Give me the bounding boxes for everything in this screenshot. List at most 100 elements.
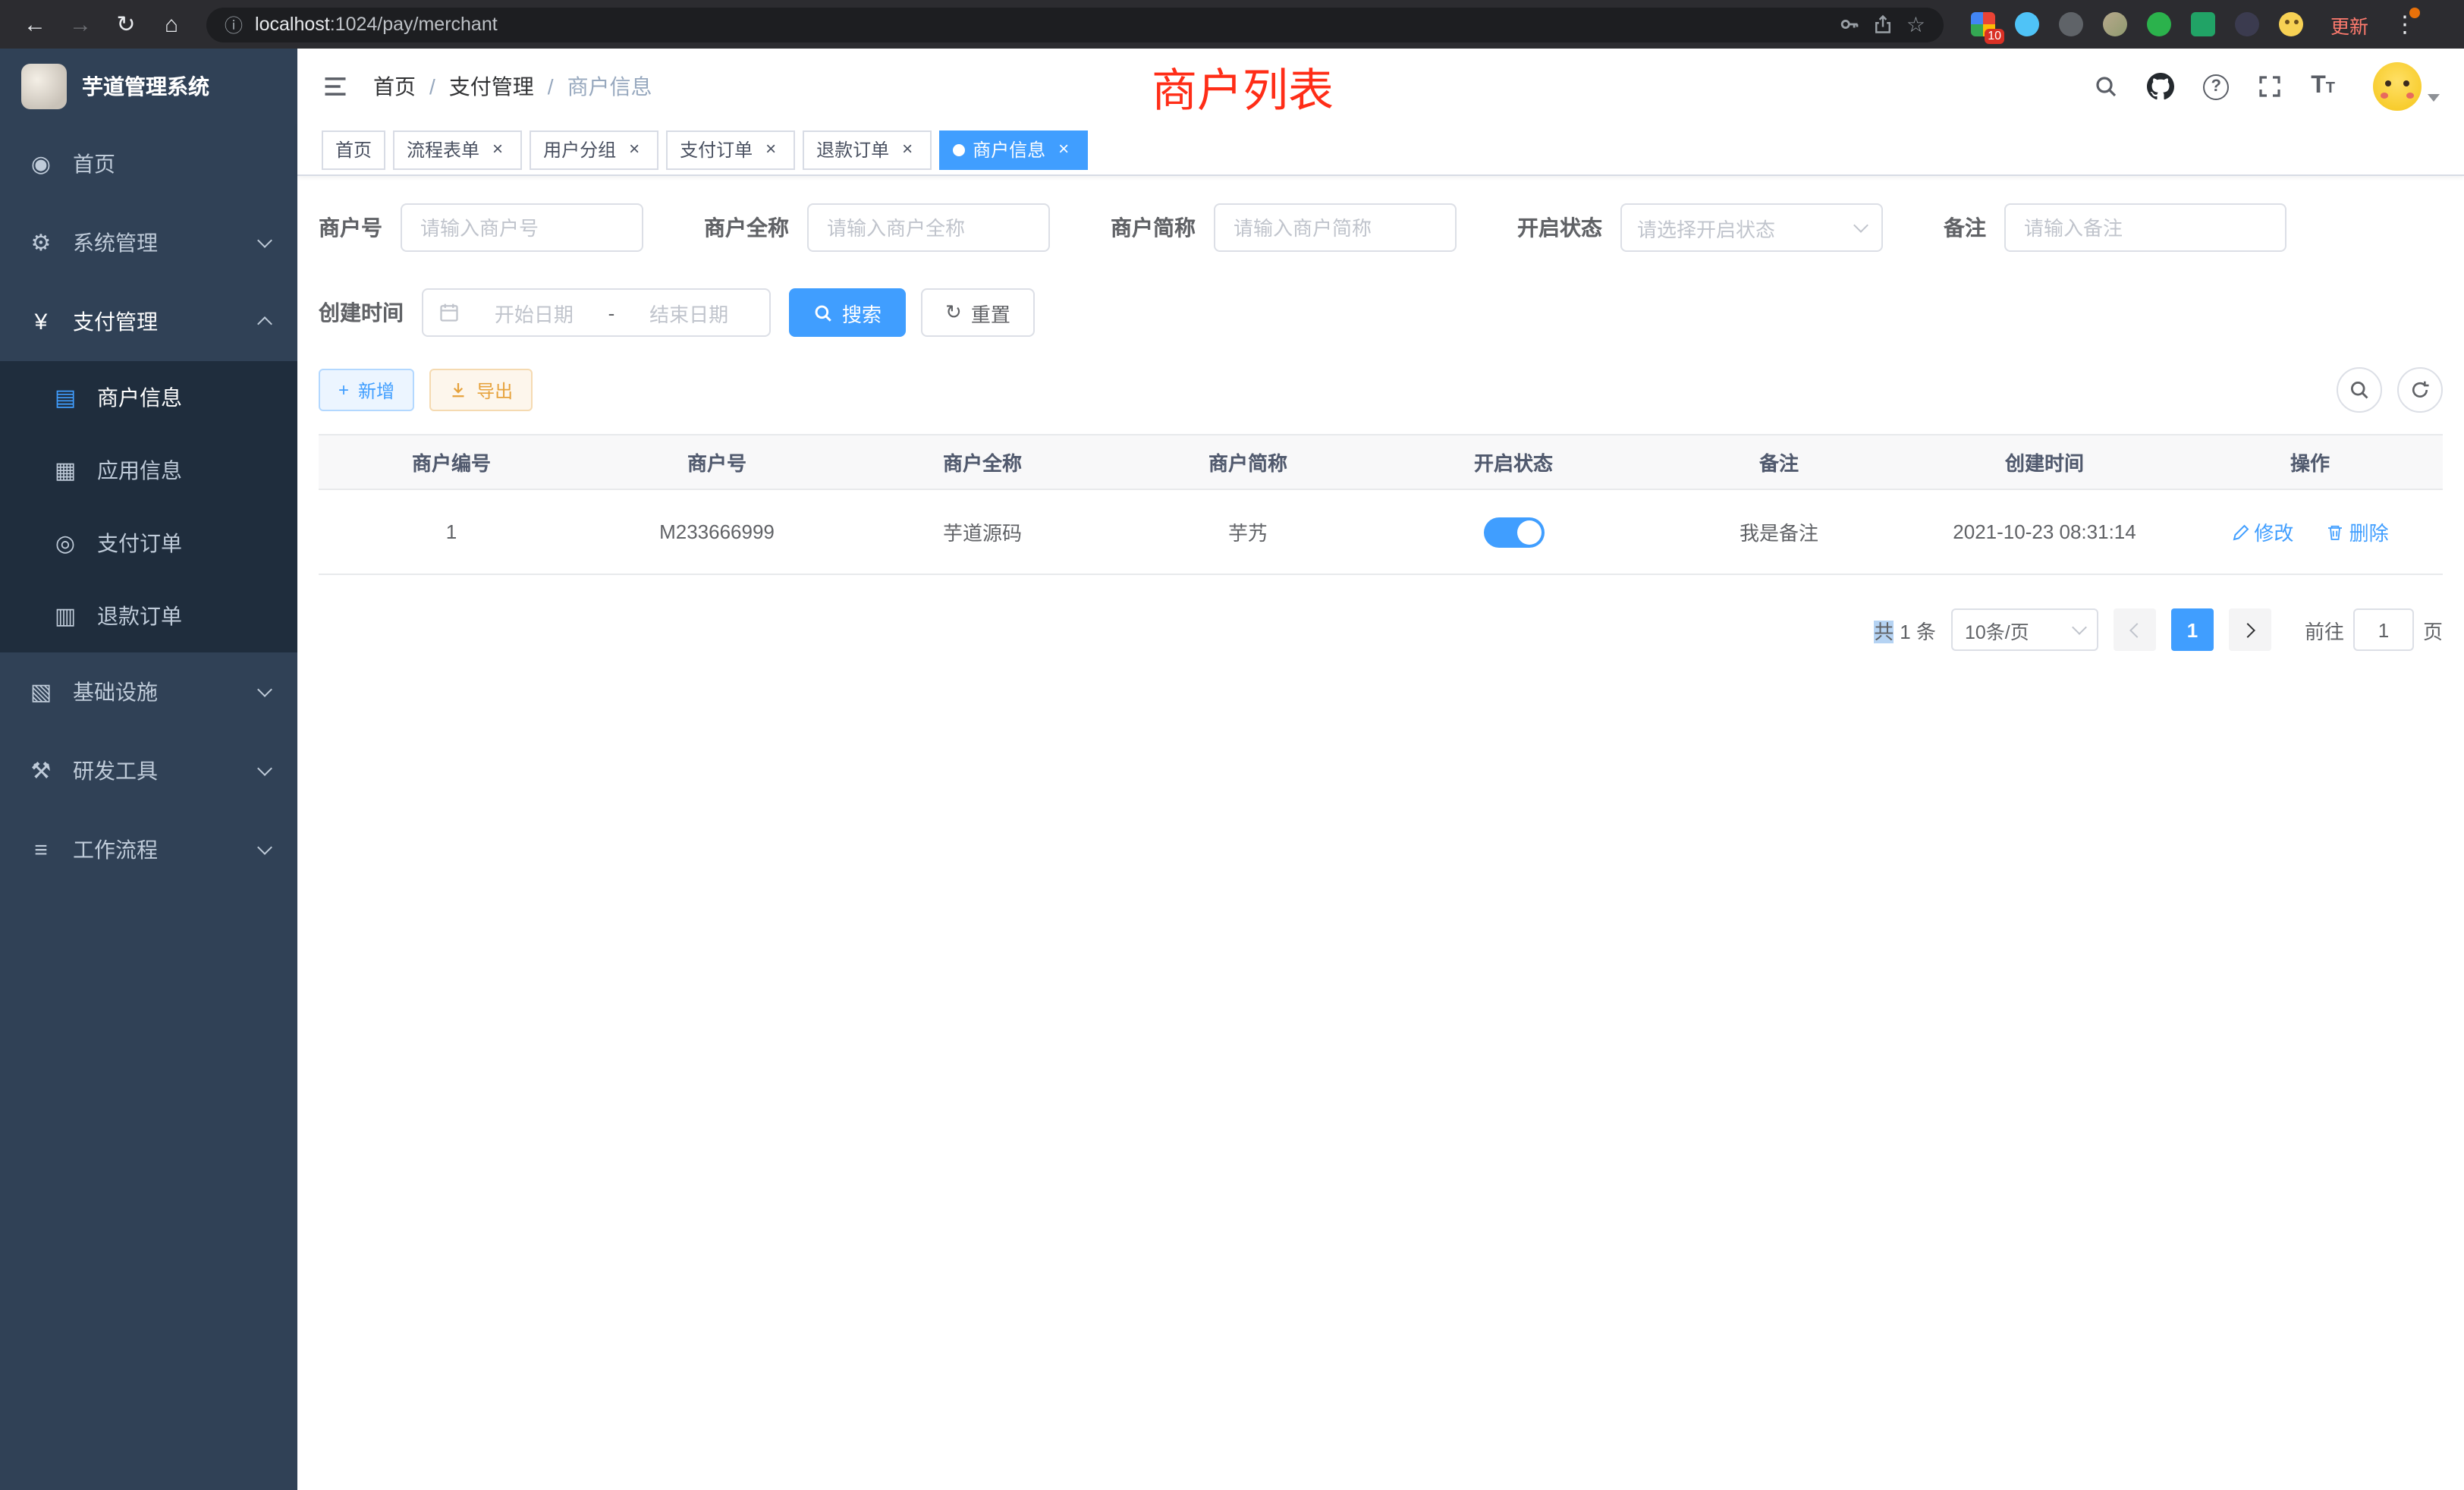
breadcrumb-current: 商户信息 [567, 71, 652, 102]
cell-create-time: 2021-10-23 08:31:14 [1912, 489, 2177, 574]
edit-link[interactable]: 修改 [2231, 517, 2293, 546]
tab-home[interactable]: 首页 [322, 130, 385, 169]
sidebar-item-merchant-info[interactable]: ▤ 商户信息 [0, 361, 297, 434]
browser-home-button[interactable]: ⌂ [152, 5, 191, 44]
search-icon[interactable] [2094, 74, 2118, 99]
tab-refund-order[interactable]: 退款订单 × [803, 130, 932, 169]
plus-icon: + [338, 379, 349, 401]
tab-process-form[interactable]: 流程表单 × [393, 130, 522, 169]
remark-label: 备注 [1944, 212, 1986, 243]
hamburger-icon[interactable] [322, 73, 349, 100]
goto-page-input[interactable] [2353, 608, 2414, 651]
full-name-label: 商户全称 [704, 212, 789, 243]
breadcrumb-payment[interactable]: 支付管理 [449, 71, 534, 102]
fullscreen-icon[interactable] [2258, 74, 2282, 99]
password-key-icon[interactable] [1840, 14, 1861, 35]
sidebar-item-workflow[interactable]: ≡ 工作流程 [0, 810, 297, 889]
close-icon[interactable]: × [487, 139, 508, 160]
merchant-table: 商户编号 商户号 商户全称 商户简称 开启状态 备注 创建时间 操作 1 [319, 434, 2443, 575]
pagination: 共1 条 10条/页 1 前往 页 [319, 608, 2443, 651]
tab-merchant-info[interactable]: 商户信息 × [939, 130, 1088, 169]
table-row: 1 M233666999 芋道源码 芋艿 我是备注 2021-10-23 08:… [319, 489, 2443, 574]
extension-icon[interactable] [2191, 12, 2215, 36]
status-toggle[interactable] [1483, 517, 1544, 547]
close-icon[interactable]: × [1053, 139, 1074, 160]
chevron-up-icon [257, 316, 272, 332]
col-short-name: 商户简称 [1115, 435, 1381, 489]
sidebar-item-refund-order[interactable]: ▥ 退款订单 [0, 580, 297, 652]
page-size-select[interactable]: 10条/页 [1951, 608, 2098, 651]
status-select[interactable]: 请选择开启状态 [1620, 203, 1883, 252]
extension-icon[interactable] [2015, 12, 2039, 36]
extension-icon[interactable]: 10 [1971, 12, 1995, 36]
delete-link[interactable]: 删除 [2327, 517, 2389, 546]
col-merchant-index: 商户编号 [319, 435, 584, 489]
close-icon[interactable]: × [897, 139, 918, 160]
tools-icon: ⚒ [27, 757, 55, 784]
chevron-down-icon [257, 233, 272, 248]
sidebar-item-payment[interactable]: ¥ 支付管理 [0, 282, 297, 361]
refresh-icon: ↻ [945, 300, 962, 325]
extension-icon[interactable] [2147, 12, 2171, 36]
url-bar[interactable]: ⓘ localhost:1024/pay/merchant ☆ [206, 7, 1944, 42]
browser-forward-button[interactable]: → [61, 5, 100, 44]
search-button[interactable]: 搜索 [789, 288, 906, 337]
filter-row-1: 商户号 商户全称 商户简称 开启状态 请选择开启状态 [319, 203, 2443, 252]
font-size-icon[interactable]: TT [2311, 73, 2335, 100]
extension-icon[interactable] [2103, 12, 2127, 36]
browser-reload-button[interactable]: ↻ [106, 5, 146, 44]
share-icon[interactable] [1873, 14, 1894, 35]
remark-input[interactable] [2004, 203, 2286, 252]
app-logo[interactable]: 芋道管理系统 [0, 49, 297, 124]
sidebar-item-pay-order[interactable]: ◎ 支付订单 [0, 507, 297, 580]
create-time-range-picker[interactable]: 开始日期 - 结束日期 [422, 288, 771, 337]
close-icon[interactable]: × [760, 139, 781, 160]
add-button[interactable]: + 新增 [319, 369, 414, 411]
goto-label: 前往 [2305, 615, 2344, 644]
export-button[interactable]: 导出 [429, 369, 533, 411]
breadcrumb-home[interactable]: 首页 [373, 71, 416, 102]
sidebar-item-infrastructure[interactable]: ▧ 基础设施 [0, 652, 297, 731]
extension-icon[interactable] [2059, 12, 2083, 36]
profile-avatar-icon[interactable] [2279, 12, 2303, 36]
close-icon[interactable]: × [624, 139, 645, 160]
tags-view: 首页 流程表单 × 用户分组 × 支付订单 × 退款订单 × [297, 124, 2464, 176]
refund-doc-icon: ▥ [52, 602, 79, 630]
sidebar-item-app-info[interactable]: ▦ 应用信息 [0, 434, 297, 507]
payment-submenu: ▤ 商户信息 ▦ 应用信息 ◎ 支付订单 ▥ 退款订单 [0, 361, 297, 652]
prev-page-button[interactable] [2114, 608, 2156, 651]
refresh-table-button[interactable] [2397, 367, 2443, 413]
order-icon: ◎ [52, 530, 79, 557]
tab-user-group[interactable]: 用户分组 × [530, 130, 658, 169]
workflow-icon: ≡ [27, 837, 55, 863]
chevron-down-icon [257, 682, 272, 697]
site-info-icon[interactable]: ⓘ [225, 11, 243, 37]
browser-update-button[interactable]: 更新 [2330, 10, 2368, 39]
page-number-1[interactable]: 1 [2171, 608, 2214, 651]
sidebar-item-dev-tools[interactable]: ⚒ 研发工具 [0, 731, 297, 810]
reset-button[interactable]: ↻ 重置 [921, 288, 1035, 337]
help-icon[interactable]: ? [2203, 74, 2229, 99]
sidebar-item-system[interactable]: ⚙ 系统管理 [0, 203, 297, 282]
browser-menu-button[interactable]: ⋮ [2390, 11, 2420, 38]
sidebar-item-home[interactable]: ◉ 首页 [0, 124, 297, 203]
date-start-placeholder: 开始日期 [469, 298, 599, 327]
bookmark-star-icon[interactable]: ☆ [1906, 11, 1925, 37]
avatar-image [2373, 62, 2422, 111]
sidebar: 芋道管理系统 ◉ 首页 ⚙ 系统管理 ¥ 支付管理 ▤ 商户信息 [0, 49, 297, 1490]
github-icon[interactable] [2147, 73, 2174, 100]
merchant-no-input[interactable] [401, 203, 643, 252]
browser-chrome: ← → ↻ ⌂ ⓘ localhost:1024/pay/merchant ☆ … [0, 0, 2464, 49]
short-name-label: 商户简称 [1111, 212, 1196, 243]
browser-back-button[interactable]: ← [15, 5, 55, 44]
next-page-button[interactable] [2229, 608, 2271, 651]
toggle-search-button[interactable] [2337, 367, 2382, 413]
user-avatar[interactable] [2373, 62, 2440, 111]
status-label: 开启状态 [1517, 212, 1602, 243]
gear-icon: ⚙ [27, 229, 55, 256]
cell-status [1381, 489, 1646, 574]
tab-pay-order[interactable]: 支付订单 × [666, 130, 795, 169]
extension-icon[interactable] [2235, 12, 2259, 36]
full-name-input[interactable] [807, 203, 1050, 252]
short-name-input[interactable] [1214, 203, 1457, 252]
